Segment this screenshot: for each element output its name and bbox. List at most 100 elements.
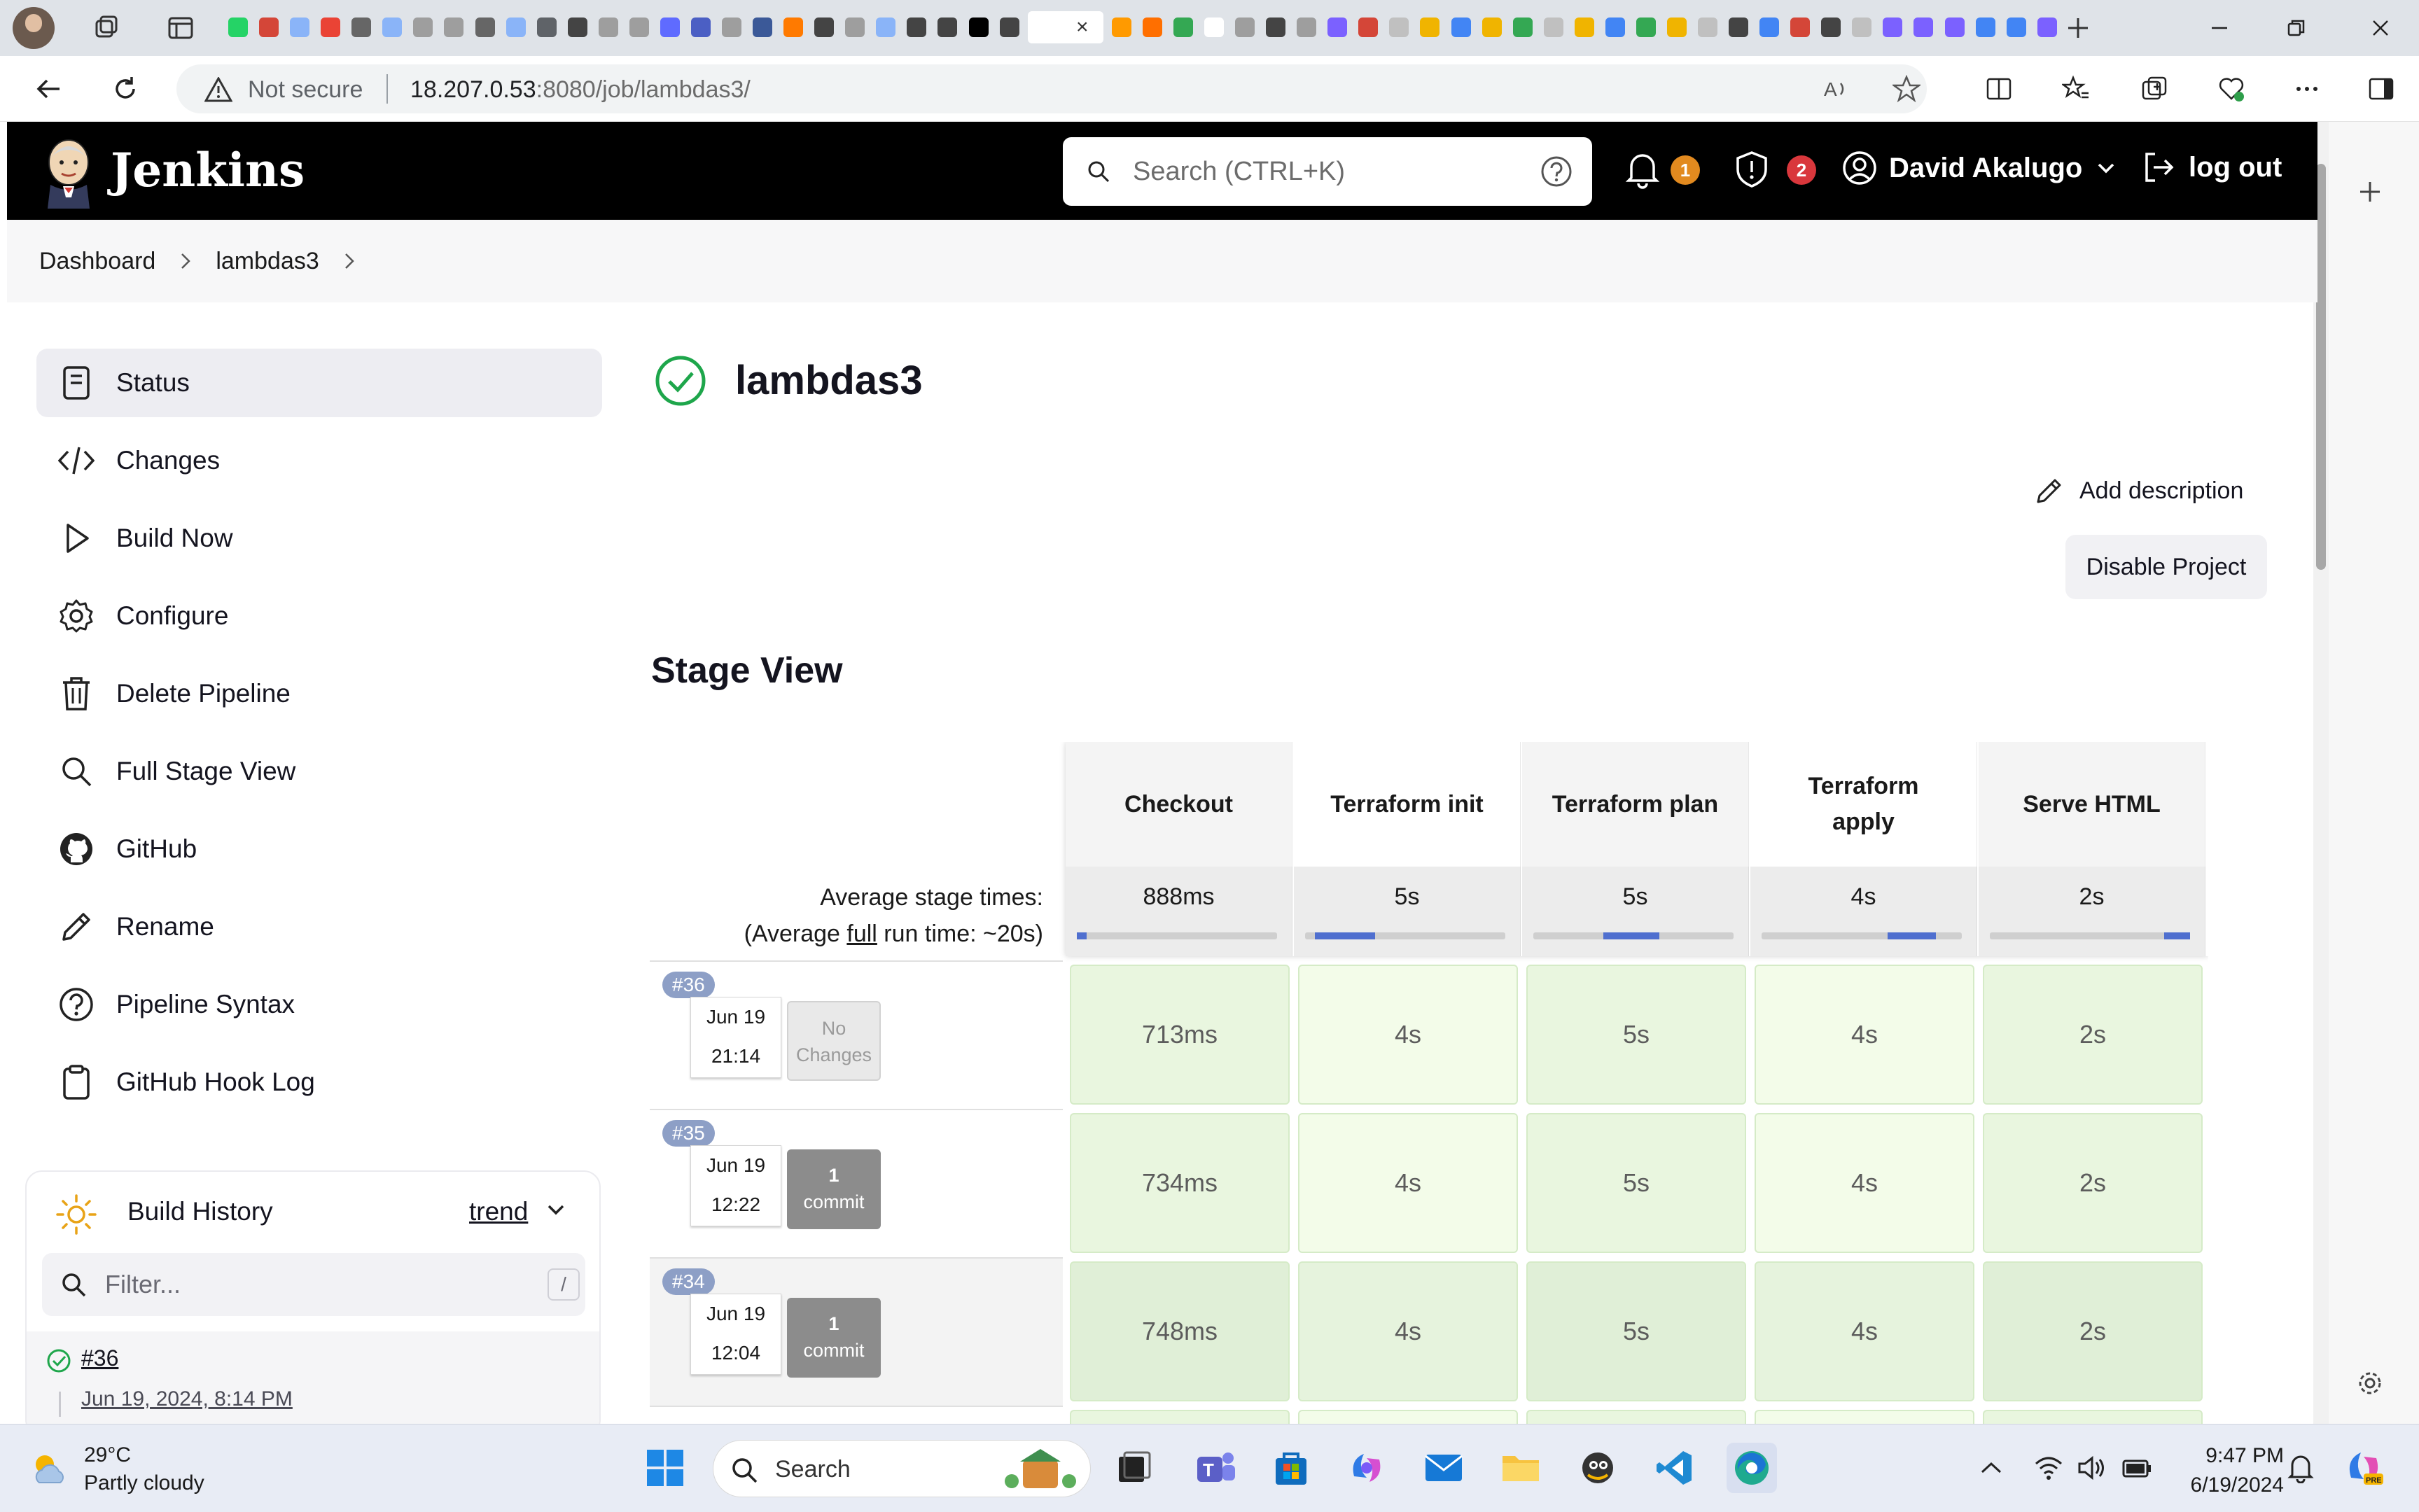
build-number-badge[interactable]: #34 — [662, 1268, 715, 1295]
add-description-button[interactable]: Add description — [2035, 476, 2243, 505]
jenkins-brand[interactable]: Jenkins — [111, 143, 305, 197]
add-sidebar-app-icon[interactable] — [2356, 178, 2384, 206]
build-filter[interactable]: / — [42, 1253, 585, 1316]
stage-cell[interactable]: 5s — [1526, 1261, 1746, 1401]
vscode-icon[interactable] — [1650, 1443, 1700, 1493]
browser-tab[interactable] — [873, 11, 898, 43]
browser-tab[interactable] — [503, 11, 529, 43]
close-window-icon[interactable] — [2359, 13, 2401, 43]
security-button[interactable]: 2 — [1734, 150, 1816, 189]
url-text[interactable]: 18.207.0.53:8080/job/lambdas3/ — [410, 76, 751, 104]
browser-tab[interactable] — [1109, 11, 1134, 43]
sidebar-item-configure[interactable]: Configure — [36, 582, 602, 650]
store-icon[interactable] — [1266, 1443, 1316, 1493]
notifications-button[interactable]: 1 — [1624, 150, 1700, 189]
disable-project-button[interactable]: Disable Project — [2065, 535, 2267, 599]
edge-icon[interactable] — [1727, 1443, 1777, 1493]
page-scrollbar[interactable] — [2313, 122, 2329, 1424]
breadcrumb-job[interactable]: lambdas3 — [216, 248, 319, 275]
stage-cell[interactable]: 4s — [1298, 965, 1518, 1105]
url-field[interactable]: Not secure 18.207.0.53:8080/job/lambdas3… — [176, 64, 1927, 113]
minimize-icon[interactable] — [2198, 13, 2240, 43]
build-number-badge[interactable]: #35 — [662, 1120, 715, 1147]
sidebar-item-pipeline-syntax[interactable]: Pipeline Syntax — [36, 970, 602, 1039]
browser-tab[interactable] — [1849, 11, 1874, 43]
build-changes[interactable]: 1 commit — [787, 1298, 881, 1378]
stage-cell[interactable]: 2s — [1983, 965, 2203, 1105]
browser-tab[interactable] — [1880, 11, 1905, 43]
favorites-icon[interactable] — [2058, 71, 2093, 106]
task-view-icon[interactable] — [1109, 1443, 1159, 1493]
user-menu[interactable]: David Akalugo — [1841, 150, 2116, 186]
profile-avatar[interactable] — [13, 7, 55, 49]
taskbar-search[interactable]: Search — [713, 1440, 1091, 1497]
stage-cell[interactable]: 2s — [1983, 1261, 2203, 1401]
browser-tab[interactable] — [1603, 11, 1628, 43]
browser-tab[interactable] — [1818, 11, 1843, 43]
browser-tab[interactable] — [534, 11, 559, 43]
more-options-icon[interactable] — [2289, 71, 2324, 106]
browser-tab[interactable] — [379, 11, 405, 43]
stage-cell[interactable]: 4s — [1298, 1113, 1518, 1253]
notification-bell-icon[interactable] — [2275, 1443, 2326, 1493]
browser-tab[interactable] — [1417, 11, 1442, 43]
reload-icon[interactable] — [108, 71, 143, 106]
browser-tab[interactable] — [1294, 11, 1319, 43]
browser-tab[interactable] — [1757, 11, 1782, 43]
sidebar-item-build-now[interactable]: Build Now — [36, 504, 602, 573]
stage-cell[interactable]: 4s — [1298, 1261, 1518, 1401]
browser-tab[interactable] — [997, 11, 1022, 43]
back-icon[interactable] — [31, 71, 66, 106]
sidebar-item-delete-pipeline[interactable]: Delete Pipeline — [36, 659, 602, 728]
new-tab-icon[interactable] — [2063, 13, 2093, 43]
stage-cell[interactable]: 4s — [1755, 1113, 1974, 1253]
browser-tab[interactable]: × — [1027, 11, 1103, 43]
browser-tab[interactable] — [1664, 11, 1689, 43]
browser-tab[interactable] — [1695, 11, 1720, 43]
scrollbar-thumb[interactable] — [2316, 164, 2326, 570]
browser-tab[interactable] — [1572, 11, 1597, 43]
browser-tab[interactable] — [2035, 11, 2060, 43]
teams-icon[interactable]: T — [1190, 1443, 1241, 1493]
browser-tab[interactable] — [966, 11, 991, 43]
browser-tab[interactable] — [811, 11, 837, 43]
browser-tab[interactable] — [318, 11, 343, 43]
browser-tab[interactable] — [1140, 11, 1165, 43]
stage-cell[interactable]: 4s — [1755, 965, 1974, 1105]
mail-icon[interactable] — [1418, 1443, 1469, 1493]
browser-tab[interactable] — [1973, 11, 1998, 43]
browser-tab[interactable] — [1263, 11, 1288, 43]
warning-icon[interactable] — [204, 77, 232, 102]
browser-tab[interactable] — [256, 11, 281, 43]
stage-cell[interactable] — [1070, 1410, 1290, 1424]
battery-icon[interactable] — [2112, 1443, 2162, 1493]
browser-tab[interactable] — [473, 11, 498, 43]
chevron-down-icon[interactable] — [546, 1203, 566, 1217]
build-number-link[interactable]: #36 — [81, 1345, 118, 1371]
browser-tab[interactable] — [781, 11, 806, 43]
sidebar-item-full-stage-view[interactable]: Full Stage View — [36, 737, 602, 806]
browser-tab[interactable] — [1171, 11, 1196, 43]
browser-tab[interactable] — [904, 11, 929, 43]
jenkins-search[interactable] — [1063, 137, 1592, 206]
browser-tab[interactable] — [349, 11, 374, 43]
windows-start-icon[interactable] — [640, 1443, 690, 1493]
system-clock[interactable]: 9:47 PM 6/19/2024 — [2179, 1441, 2284, 1500]
browser-tab[interactable] — [750, 11, 775, 43]
browser-tab[interactable] — [1479, 11, 1505, 43]
browser-tab[interactable] — [1232, 11, 1257, 43]
build-changes[interactable]: 1 commit — [787, 1149, 881, 1229]
chevron-right-icon[interactable] — [179, 251, 192, 271]
browser-tab[interactable] — [627, 11, 652, 43]
sidebar-settings-icon[interactable] — [2356, 1369, 2384, 1397]
full-run-link[interactable]: full — [846, 920, 877, 947]
stage-cell[interactable] — [1983, 1410, 2203, 1424]
stage-cell[interactable]: 734ms — [1070, 1113, 1290, 1253]
stage-cell[interactable] — [1755, 1410, 1974, 1424]
browser-tab[interactable] — [1386, 11, 1411, 43]
weather-widget[interactable]: 29°C Partly cloudy — [28, 1441, 204, 1497]
browser-tab[interactable] — [1633, 11, 1659, 43]
browser-tab[interactable] — [410, 11, 435, 43]
stage-cell[interactable]: 5s — [1526, 1113, 1746, 1253]
search-help-icon[interactable] — [1540, 155, 1573, 188]
